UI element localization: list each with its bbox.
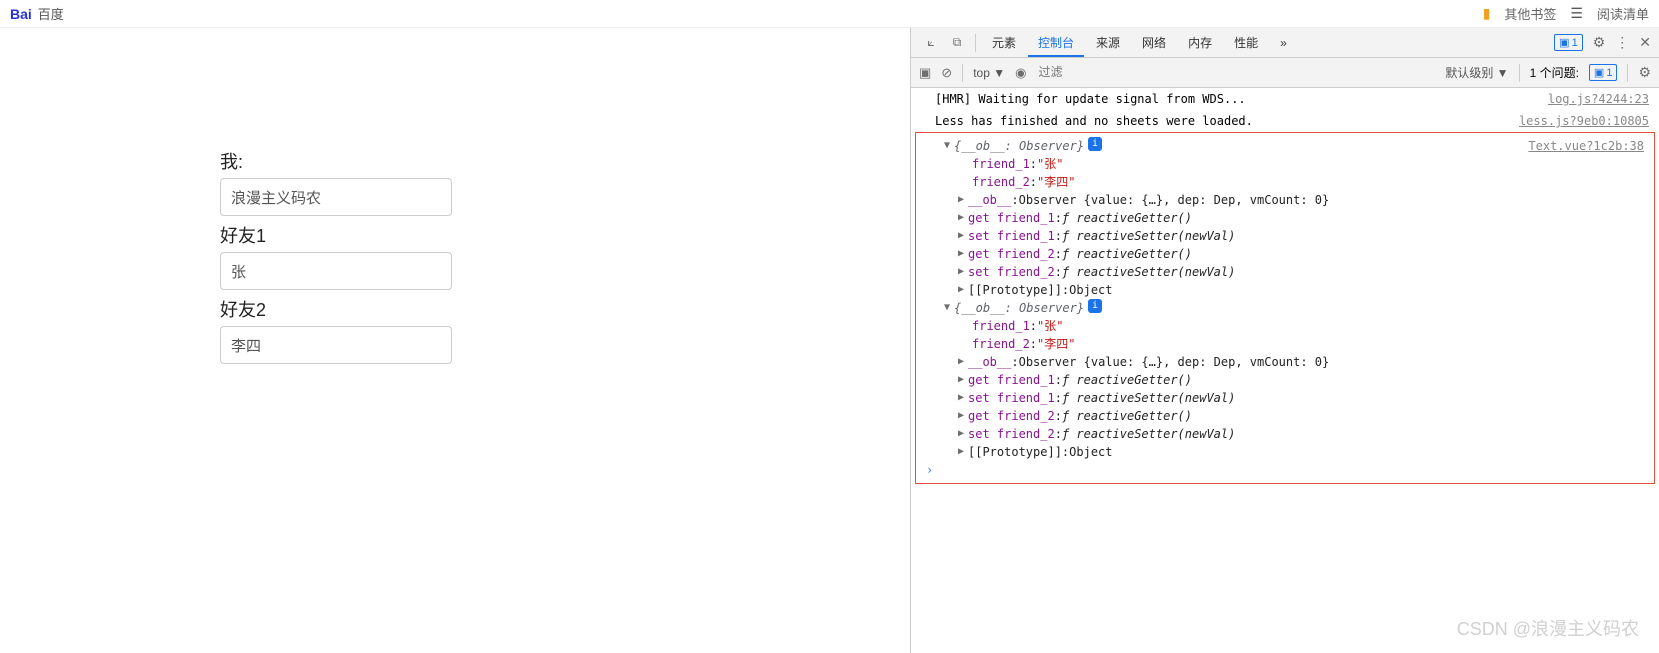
log-hmr: [HMR] Waiting for update signal from WDS… (935, 90, 1246, 108)
close-icon[interactable]: ✕ (1639, 34, 1651, 51)
tab-performance[interactable]: 性能 (1224, 29, 1268, 57)
brand-text: 百度 (38, 4, 64, 23)
device-icon[interactable]: ⧉ (945, 35, 969, 50)
expand-icon[interactable] (958, 281, 968, 299)
baidu-logo: Bai (10, 6, 32, 22)
issues-badge[interactable]: ▣ 1 (1589, 64, 1618, 81)
expand-icon[interactable] (958, 209, 968, 227)
input-me[interactable] (220, 178, 452, 216)
tab-console[interactable]: 控制台 (1028, 29, 1084, 57)
issues-label: 1 个问题: (1530, 64, 1579, 81)
settings-icon[interactable]: ⚙ (1593, 34, 1606, 51)
console-settings-icon[interactable]: ⚙ (1638, 64, 1651, 81)
toggle-sidebar-icon[interactable]: ▣ (919, 65, 931, 81)
clear-icon[interactable]: ⊘ (941, 65, 952, 81)
eye-icon[interactable]: ◉ (1015, 65, 1026, 81)
log-less: Less has finished and no sheets were loa… (935, 112, 1253, 130)
expand-icon[interactable] (958, 353, 968, 371)
expand-icon[interactable] (958, 407, 968, 425)
obj-head[interactable]: {__ob__: Observer} (954, 137, 1084, 155)
expand-icon[interactable] (958, 443, 968, 461)
expand-icon[interactable] (958, 389, 968, 407)
level-select[interactable]: 默认级别 ▼ (1445, 64, 1508, 81)
watermark: CSDN @浪漫主义码农 (1457, 615, 1639, 641)
highlighted-log: {__ob__: Observer} i Text.vue?1c2b:38 fr… (915, 132, 1655, 484)
expand-icon[interactable] (958, 227, 968, 245)
context-select[interactable]: top ▼ (973, 66, 1005, 80)
tab-more[interactable]: » (1270, 29, 1297, 57)
input-friend1[interactable] (220, 252, 452, 290)
page-content: 我: 好友1 好友2 (0, 28, 910, 653)
obj-head[interactable]: {__ob__: Observer} (954, 299, 1084, 317)
inspect-icon[interactable]: ⟀ (919, 35, 943, 50)
tab-network[interactable]: 网络 (1132, 29, 1176, 57)
src-less[interactable]: less.js?9eb0:10805 (1519, 112, 1649, 130)
expand-icon[interactable] (944, 137, 954, 155)
label-friend2: 好友2 (220, 296, 910, 322)
expand-icon[interactable] (944, 299, 954, 317)
info-icon[interactable]: i (1088, 137, 1102, 151)
expand-icon[interactable] (958, 263, 968, 281)
src-obj[interactable]: Text.vue?1c2b:38 (1528, 137, 1654, 155)
tab-memory[interactable]: 内存 (1178, 29, 1222, 57)
src-hmr[interactable]: log.js?4244:23 (1548, 90, 1649, 108)
label-me: 我: (220, 148, 910, 174)
input-friend2[interactable] (220, 326, 452, 364)
expand-icon[interactable] (958, 191, 968, 209)
tab-sources[interactable]: 来源 (1086, 29, 1130, 57)
tab-elements[interactable]: 元素 (982, 29, 1026, 57)
expand-icon[interactable] (958, 371, 968, 389)
kebab-icon[interactable]: ⋮ (1615, 34, 1629, 51)
filter-input[interactable] (1036, 63, 1216, 82)
expand-icon[interactable] (958, 425, 968, 443)
expand-icon[interactable] (958, 245, 968, 263)
bookmarks-label[interactable]: 其他书签 (1504, 4, 1556, 23)
console-prompt[interactable]: › (916, 461, 1654, 479)
label-friend1: 好友1 (220, 222, 910, 248)
folder-icon: ▮ (1483, 5, 1491, 22)
message-badge[interactable]: ▣ 1 (1554, 34, 1583, 51)
list-icon: ☰ (1570, 5, 1583, 22)
info-icon[interactable]: i (1088, 299, 1102, 313)
readlist-label[interactable]: 阅读清单 (1597, 4, 1649, 23)
